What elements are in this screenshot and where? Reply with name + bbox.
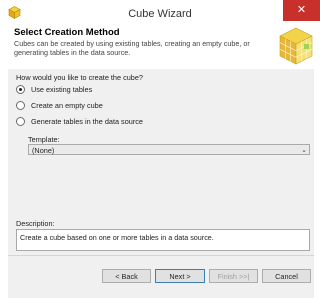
close-button[interactable]: ✕ bbox=[283, 0, 320, 21]
window-title: Cube Wizard bbox=[128, 8, 192, 20]
cancel-button[interactable]: Cancel bbox=[262, 269, 311, 283]
description-label: Description: bbox=[16, 219, 55, 228]
wizard-footer: < Back Next > Finish >>| Cancel bbox=[8, 255, 314, 298]
cube-graphic-icon bbox=[279, 27, 313, 65]
next-button[interactable]: Next > bbox=[155, 269, 205, 283]
template-value: (None) bbox=[32, 146, 55, 155]
option-create-empty-cube[interactable]: Create an empty cube bbox=[16, 100, 103, 111]
option-label: Generate tables in the data source bbox=[31, 117, 143, 126]
page-title: Select Creation Method bbox=[14, 27, 120, 38]
back-button[interactable]: < Back bbox=[102, 269, 151, 283]
description-box: Create a cube based on one or more table… bbox=[16, 229, 310, 251]
radio-button[interactable] bbox=[16, 85, 25, 94]
option-use-existing-tables[interactable]: Use existing tables bbox=[16, 84, 92, 95]
page-description: Cubes can be created by using existing t… bbox=[14, 39, 250, 57]
chevron-down-icon[interactable]: ⌄ bbox=[301, 145, 307, 156]
option-label: Create an empty cube bbox=[31, 101, 103, 110]
creation-method-question: How would you like to create the cube? bbox=[16, 73, 143, 82]
template-label: Template: bbox=[28, 135, 60, 144]
option-label: Use existing tables bbox=[31, 85, 93, 94]
radio-button[interactable] bbox=[16, 101, 25, 110]
title-bar: Cube Wizard ✕ bbox=[0, 0, 320, 26]
radio-button[interactable] bbox=[16, 117, 25, 126]
option-generate-tables[interactable]: Generate tables in the data source bbox=[16, 116, 143, 127]
wizard-header: Select Creation Method Cubes can be crea… bbox=[8, 26, 314, 70]
wizard-content: How would you like to create the cube? U… bbox=[8, 69, 314, 255]
finish-button[interactable]: Finish >>| bbox=[209, 269, 258, 283]
template-select[interactable]: (None) ⌄ bbox=[28, 144, 310, 155]
